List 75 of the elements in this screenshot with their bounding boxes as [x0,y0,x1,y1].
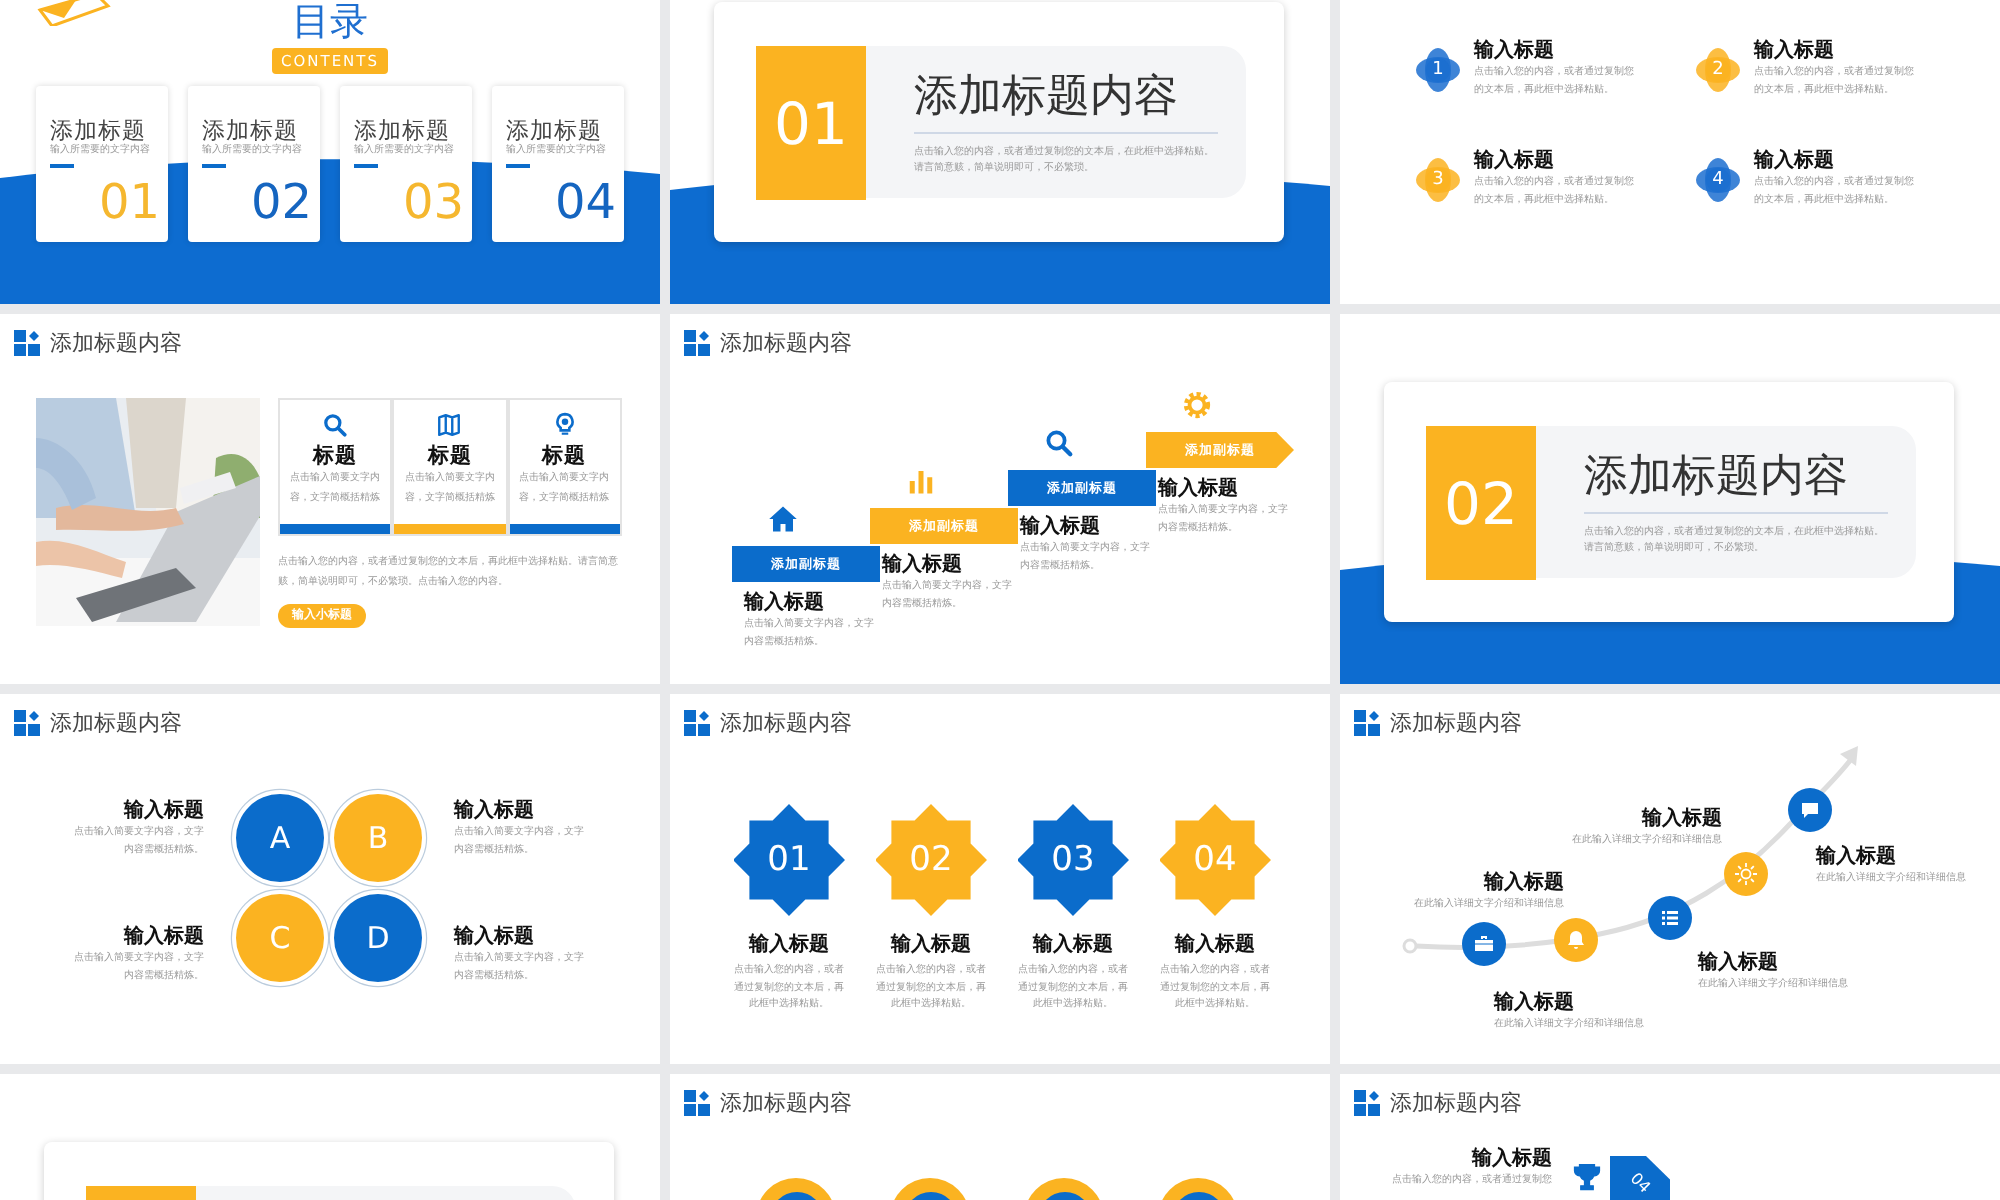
milestone-title: 输入标题 [1639,808,1722,832]
number-tag: 04 [1610,1156,1670,1200]
letter-circle: D [334,894,422,982]
item-title: 输入标题 [1033,934,1113,958]
slide-title: 添加标题内容 [1390,1090,1522,1116]
logo-icon [14,330,40,356]
bar-chart-icon [906,466,936,496]
lightbulb-icon [551,412,578,438]
card-title: 添加标题 [354,118,450,144]
item-title: 输入标题 [454,926,536,950]
slide-title: 添加标题内容 [720,710,852,736]
letter-circle: A [236,794,324,882]
letter-circle: C [236,894,324,982]
step-title: 输入标题 [1020,516,1102,540]
card-number: 03 [400,175,464,227]
slide-title: 目录 [292,2,368,42]
logo-icon [684,710,710,736]
logo-icon [1354,1090,1380,1116]
item-title: 输入标题 [121,800,204,824]
house-icon [768,504,798,534]
section-number: 01 [756,46,866,200]
card-number: 04 [552,175,616,227]
star-badge: 02 [875,804,987,916]
slide-title: 添加标题内容 [720,1090,852,1116]
logo-icon [684,1090,710,1116]
star-badge: 04 [1159,804,1271,916]
briefcase-icon [1472,932,1496,956]
list-icon [1658,906,1682,930]
logo-icon [684,330,710,356]
slide-title: 添加标题内容 [50,710,182,736]
logo-icon [14,710,40,736]
logo-icon [1354,710,1380,736]
item-title: 输入标题 [454,800,536,824]
card-title: 标题 [427,444,472,468]
star-badge: 03 [1017,804,1129,916]
sun-icon [1734,862,1758,886]
map-icon [436,412,463,438]
milestone-title: 输入标题 [1698,952,1780,976]
step-title: 输入标题 [744,592,826,616]
card-title: 标题 [542,444,587,468]
section-title: 添加标题内容 [1584,452,1888,514]
card-title: 添加标题 [202,118,298,144]
trophy-icon [1572,1162,1602,1192]
card-title: 标题 [313,444,358,468]
star-badge: 01 [733,804,845,916]
card-title: 添加标题 [506,118,602,144]
point-title: 输入标题 [1474,150,1556,174]
milestone-title: 输入标题 [1494,992,1576,1016]
slide-title: 添加标题内容 [1390,710,1522,736]
card-number: 01 [96,175,160,227]
card-title: 添加标题 [50,118,146,144]
milestone-title: 输入标题 [1816,846,1898,870]
item-title: 输入标题 [1469,1148,1552,1172]
section-number: 02 [1426,426,1536,580]
chat-icon [1798,798,1822,822]
item-title: 输入标题 [1175,934,1255,958]
slide-title: 添加标题内容 [720,330,852,356]
step-title: 输入标题 [1158,478,1240,502]
section-title: 添加标题内容 [914,72,1218,134]
item-title: 输入标题 [891,934,971,958]
point-title: 输入标题 [1754,150,1836,174]
search-icon [1044,428,1074,458]
milestone-title: 输入标题 [1481,872,1564,896]
letter-circle: B [334,794,422,882]
gear-icon [1182,390,1212,420]
point-title: 输入标题 [1474,40,1556,64]
step-title: 输入标题 [882,554,964,578]
search-icon [322,412,349,438]
item-title: 输入标题 [121,926,204,950]
bell-icon [1564,928,1588,952]
slide-title: 添加标题内容 [50,330,182,356]
card-number: 02 [248,175,312,227]
item-title: 输入标题 [749,934,829,958]
point-title: 输入标题 [1754,40,1836,64]
logo-icon [36,0,112,26]
